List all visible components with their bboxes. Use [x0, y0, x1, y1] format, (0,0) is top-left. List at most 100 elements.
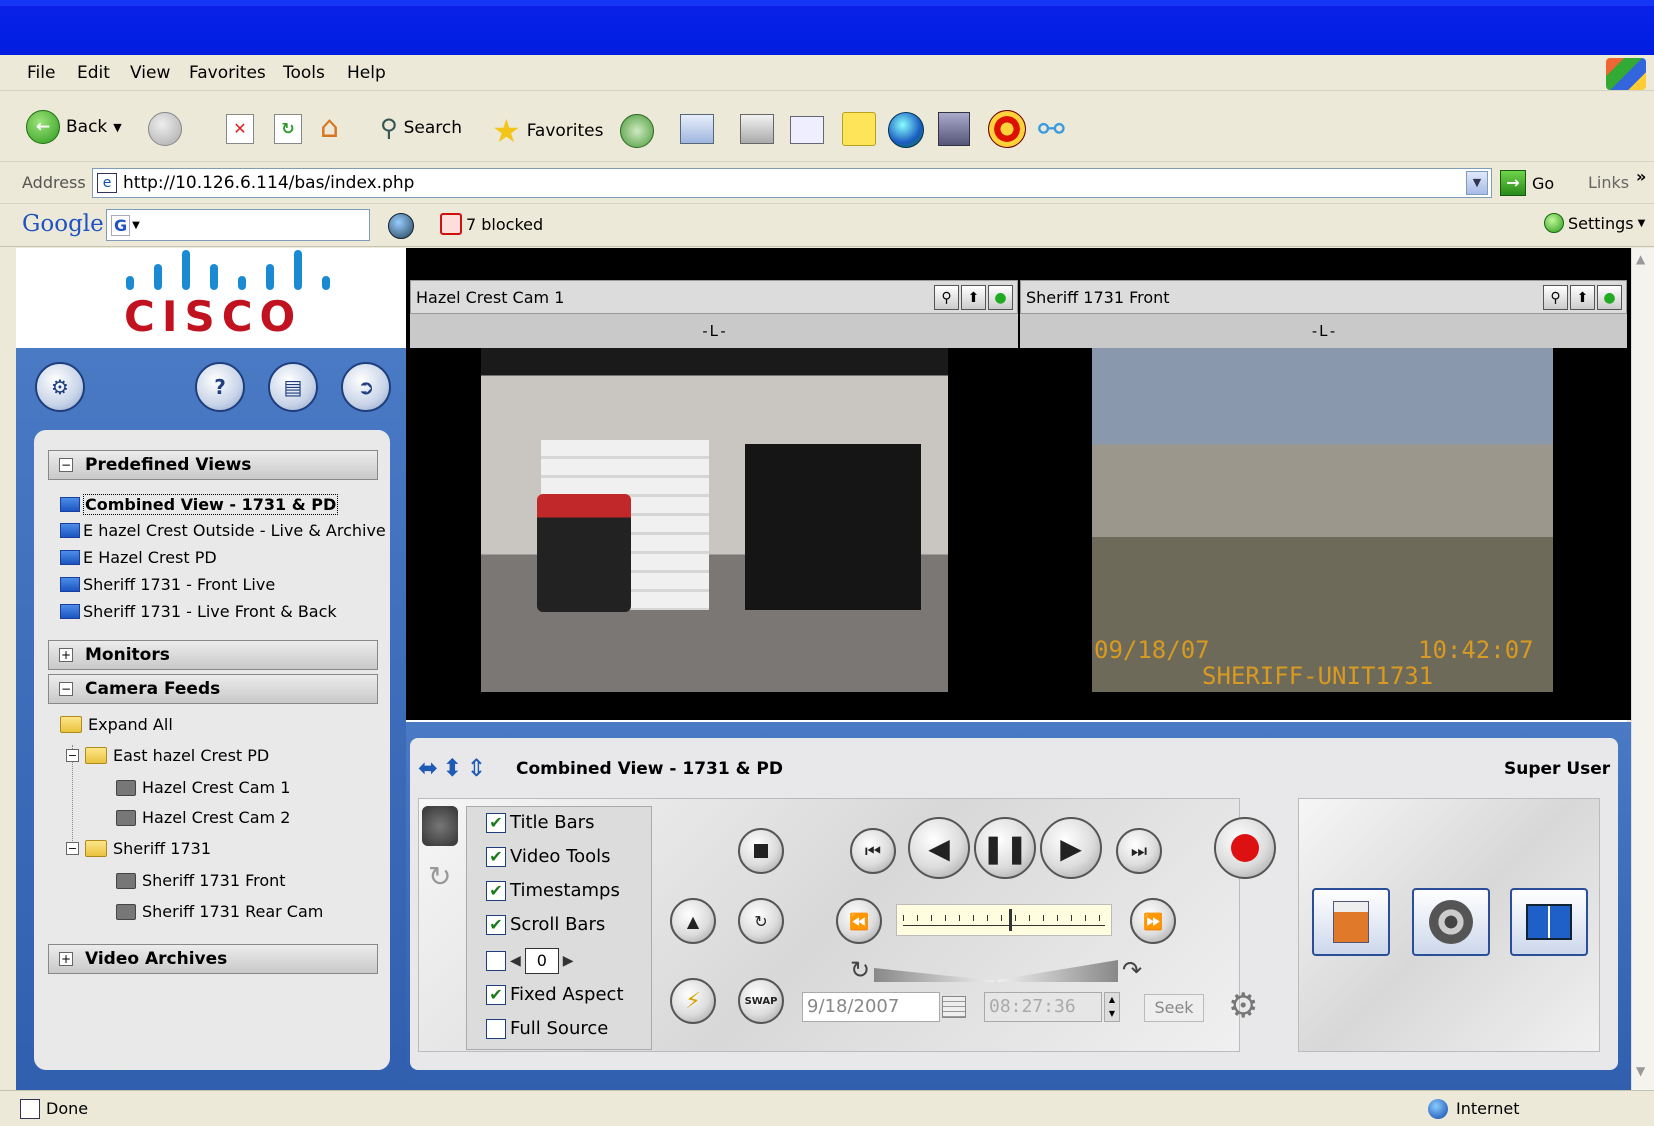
video-archives-header[interactable]: + Video Archives — [48, 944, 378, 974]
zoom-icon[interactable]: ⚲ — [1543, 285, 1568, 310]
timestamps-checkbox[interactable]: ✔ Timestamps — [486, 880, 620, 901]
stop-icon[interactable]: ✕ — [226, 114, 254, 144]
refresh-icon[interactable]: ↻ — [274, 114, 302, 144]
search-go-icon[interactable] — [388, 213, 414, 239]
camera-feeds-header[interactable]: − Camera Feeds — [48, 674, 378, 704]
search-button[interactable]: ⚲ Search — [380, 114, 462, 142]
export-button[interactable] — [1312, 888, 1390, 956]
loop-button[interactable]: ↻ — [738, 898, 784, 944]
camera-item[interactable]: Hazel Crest Cam 2 — [116, 808, 290, 827]
play-button[interactable]: ▶ — [1040, 817, 1102, 879]
checkbox-checked-icon[interactable]: ✔ — [486, 984, 506, 1005]
globe-icon[interactable] — [888, 112, 924, 148]
layout-button[interactable] — [1510, 888, 1588, 956]
camera-item[interactable]: Sheriff 1731 Rear Cam — [116, 902, 323, 921]
stop-button[interactable] — [738, 828, 784, 874]
menu-view[interactable]: View — [130, 63, 170, 83]
collapse-icon[interactable]: − — [66, 749, 79, 762]
tree-group[interactable]: − East hazel Crest PD — [66, 746, 269, 765]
up-arrow-icon[interactable]: ⬆ — [1570, 285, 1595, 310]
collapse-icon[interactable]: − — [59, 682, 73, 696]
help-button[interactable]: ? — [195, 362, 245, 412]
view-item[interactable]: Sheriff 1731 - Live Front & Back — [60, 602, 337, 621]
favorites-button[interactable]: ★ Favorites — [492, 112, 603, 150]
scroll-up-icon[interactable]: ▲ — [1636, 252, 1645, 266]
expand-icon[interactable]: + — [59, 952, 73, 966]
zoom-icon[interactable]: ⚲ — [934, 285, 959, 310]
full-source-checkbox[interactable]: Full Source — [486, 1018, 608, 1039]
video-reel-button[interactable] — [1412, 888, 1490, 956]
target-icon[interactable] — [988, 110, 1026, 148]
expand-icon[interactable]: + — [59, 648, 73, 662]
camera-item[interactable]: Sheriff 1731 Front — [116, 871, 286, 890]
title-bars-checkbox[interactable]: ✔ Title Bars — [486, 812, 594, 833]
home-icon[interactable]: ⌂ — [320, 110, 339, 145]
google-search-input[interactable]: G ▼ — [106, 209, 370, 241]
snapshot-button[interactable]: ⚡ — [670, 978, 716, 1024]
chevron-down-icon[interactable]: ▼ — [113, 121, 121, 134]
skip-start-button[interactable]: ⏮ — [850, 828, 896, 874]
settings-gear-button[interactable]: ⚙ — [35, 362, 85, 412]
print-icon[interactable] — [740, 114, 774, 144]
logout-button[interactable]: ➲ — [341, 362, 391, 412]
time-spinner-icon[interactable]: ▲ ▼ — [1104, 992, 1120, 1022]
dropdown-arrow-icon[interactable]: ▼ — [1466, 171, 1488, 195]
go-button[interactable]: → Go — [1500, 170, 1554, 196]
fast-rewind-button[interactable]: ⏪ — [836, 898, 882, 944]
checkbox-unchecked-icon[interactable] — [486, 1018, 506, 1039]
expand-all-item[interactable]: Expand All — [60, 715, 173, 734]
mail-icon[interactable] — [680, 114, 714, 144]
tree-group[interactable]: − Sheriff 1731 — [66, 839, 211, 858]
vertical-scrollbar[interactable]: ▲ ▼ — [1631, 248, 1654, 1090]
menu-favorites[interactable]: Favorites — [189, 63, 266, 83]
view-item[interactable]: E hazel Crest Outside - Live & Archive — [60, 521, 386, 540]
forward-arrow-icon[interactable] — [148, 112, 182, 146]
seek-button[interactable]: Seek — [1144, 994, 1204, 1022]
horizontal-resize-icon[interactable]: ⬌ — [418, 754, 438, 782]
time-input[interactable]: 08:27:36 — [984, 992, 1102, 1022]
note-icon[interactable] — [842, 112, 876, 146]
menu-help[interactable]: Help — [347, 63, 386, 83]
vertical-resize-icon[interactable]: ⇕ — [466, 754, 486, 782]
calendar-icon[interactable] — [942, 996, 966, 1018]
refresh-icon[interactable]: ↻ — [428, 860, 451, 893]
back-button[interactable]: ← Back ▼ — [26, 110, 122, 144]
fast-forward-button[interactable]: ⏩ — [1130, 898, 1176, 944]
chevron-right-icon[interactable]: » — [1636, 167, 1646, 186]
links-label[interactable]: Links — [1588, 173, 1629, 192]
chevron-down-icon[interactable]: ▼ — [132, 220, 140, 231]
video-tools-checkbox[interactable]: ✔ Video Tools — [486, 846, 611, 867]
checkbox-unchecked-icon[interactable] — [486, 951, 506, 971]
view-item[interactable]: Combined View - 1731 & PD — [60, 494, 339, 515]
view-item[interactable]: Sheriff 1731 - Front Live — [60, 575, 275, 594]
checkbox-checked-icon[interactable]: ✔ — [486, 880, 506, 901]
history-icon[interactable] — [620, 114, 654, 148]
checkbox-checked-icon[interactable]: ✔ — [486, 846, 506, 867]
popup-blocker[interactable]: 7 blocked — [440, 213, 543, 235]
speed-slider[interactable]: ↻ ↷ — [850, 956, 1150, 986]
diamond-move-icon[interactable]: ⬍ — [442, 754, 462, 782]
timeline-thumb[interactable] — [1009, 909, 1012, 931]
collapse-icon[interactable]: − — [59, 458, 73, 472]
sound-button[interactable]: ▲ — [670, 898, 716, 944]
live-status-icon[interactable]: ● — [1597, 285, 1622, 310]
predefined-views-header[interactable]: − Predefined Views — [48, 450, 378, 480]
checkbox-checked-icon[interactable]: ✔ — [486, 914, 506, 935]
scroll-bars-checkbox[interactable]: ✔ Scroll Bars — [486, 914, 605, 935]
up-arrow-icon[interactable]: ⬆ — [961, 285, 986, 310]
date-input[interactable]: 9/18/2007 — [802, 992, 940, 1022]
address-input[interactable]: e http://10.126.6.114/bas/index.php — [92, 168, 1492, 198]
scroll-down-icon[interactable]: ▼ — [1636, 1064, 1645, 1078]
menu-tools[interactable]: Tools — [283, 63, 325, 83]
monitors-header[interactable]: + Monitors — [48, 640, 378, 670]
menu-edit[interactable]: Edit — [77, 63, 110, 83]
checkbox-checked-icon[interactable]: ✔ — [486, 812, 506, 833]
swap-button[interactable]: SWAP — [738, 978, 784, 1024]
camera-reel-icon[interactable] — [422, 806, 458, 846]
pause-button[interactable]: ❚❚ — [974, 817, 1036, 879]
messenger-icon[interactable]: ⚯ — [1038, 110, 1065, 148]
media-icon[interactable] — [938, 112, 970, 146]
notes-button[interactable]: ▤ — [268, 362, 318, 412]
settings-button[interactable]: Settings ▼ — [1544, 213, 1645, 233]
skip-end-button[interactable]: ⏭ — [1116, 828, 1162, 874]
